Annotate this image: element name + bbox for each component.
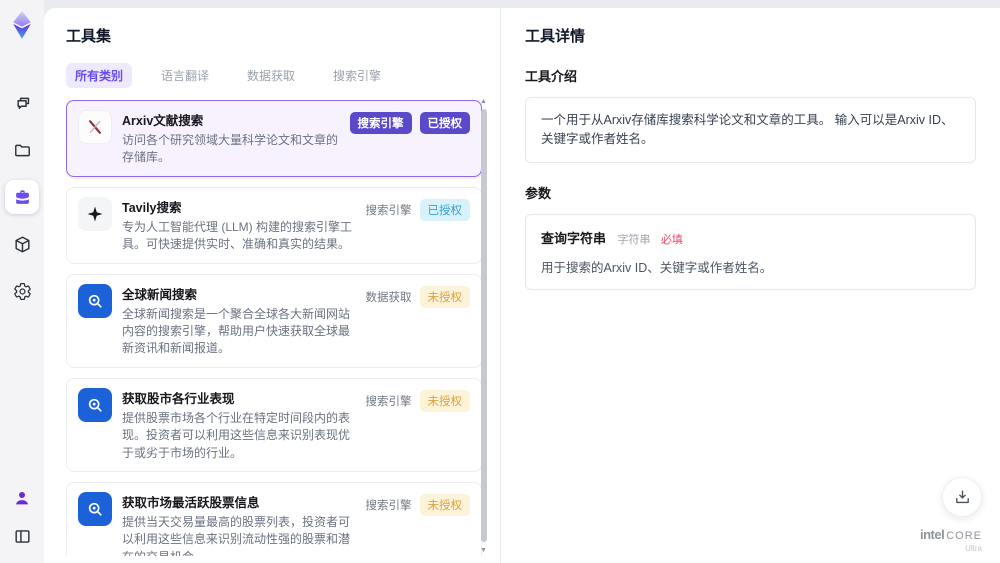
tool-description: 专为人工智能代理 (LLM) 构建的搜索引擎工具。可快速提供实时、准确和真实的结…: [122, 219, 353, 252]
params-heading: 参数: [525, 185, 552, 201]
category-tab[interactable]: 数据获取: [238, 63, 304, 88]
tool-category-badge: 搜索引擎: [349, 112, 412, 134]
sidebar-bottom: [7, 483, 37, 551]
main-content: 工具集 所有类别 语言翻译 数据获取 搜索引擎 Arxiv文献搜索 访问各个研究领域大…: [44, 8, 1000, 563]
category-tab[interactable]: 语言翻译: [152, 63, 218, 88]
tool-auth-badge: 已授权: [419, 112, 470, 134]
tool-description: 提供当天交易量最高的股票列表，投资者可以利用这些信息来识别流动性强的股票和潜在的…: [122, 514, 351, 556]
app-logo-icon: [8, 10, 36, 40]
settings-icon[interactable]: [5, 274, 39, 308]
parameter-item: 查询字符串 字符串 必填 用于搜索的Arxiv ID、关键字或作者姓名。: [541, 228, 960, 276]
intel-core-logo: intel CORE Ultra: [920, 527, 982, 553]
category-tabs: 所有类别 语言翻译 数据获取 搜索引擎: [66, 63, 500, 88]
toolbox-icon[interactable]: [5, 180, 39, 214]
news-search-icon: [78, 283, 112, 318]
list-scrollbar[interactable]: ▲ ▼: [479, 98, 488, 555]
download-icon: [955, 489, 969, 503]
brand-ultra: Ultra: [965, 544, 982, 553]
sidebar: [0, 0, 44, 563]
chat-icon[interactable]: [5, 86, 39, 120]
tool-auth-badge: 未授权: [419, 285, 470, 308]
user-icon[interactable]: [7, 483, 37, 513]
tool-category-badge: 搜索引擎: [365, 395, 412, 408]
news-search-icon: [78, 387, 112, 422]
category-tab[interactable]: 所有类别: [66, 63, 133, 88]
scroll-down-icon[interactable]: ▼: [479, 547, 488, 555]
tool-auth-badge: 已授权: [419, 198, 470, 221]
tool-card[interactable]: 获取市场最活跃股票信息 提供当天交易量最高的股票列表，投资者可以利用这些信息来识…: [66, 481, 482, 556]
tool-name: Tavily搜索: [122, 200, 182, 215]
tool-name: 获取市场最活跃股票信息: [122, 495, 260, 510]
tool-card[interactable]: Tavily搜索 专为人工智能代理 (LLM) 构建的搜索引擎工具。可快速提供实…: [66, 186, 482, 264]
tool-card[interactable]: 全球新闻搜索 全球新闻搜索是一个聚合全球各大新闻网站内容的搜索引擎，帮助用户快速…: [66, 273, 482, 368]
tool-category-badge: 数据获取: [365, 291, 412, 304]
tool-card[interactable]: 获取股市各行业表现 提供股票市场各个行业在特定时间段内的表现。投资者可以利用这些…: [66, 377, 482, 472]
folder-icon[interactable]: [5, 133, 39, 167]
tool-name: Arxiv文献搜索: [122, 114, 204, 128]
scroll-up-icon[interactable]: ▲: [479, 98, 488, 106]
tool-category-badge: 搜索引擎: [365, 204, 412, 217]
tool-name: 全球新闻搜索: [122, 287, 198, 302]
scrollbar-thumb[interactable]: [480, 109, 487, 542]
param-name: 查询字符串: [541, 230, 607, 246]
tool-list: Arxiv文献搜索 访问各个研究领域大量科学论文和文章的存储库。 搜索引擎 已授…: [66, 100, 482, 556]
intro-box: 一个用于从Arxiv存储库搜索科学论文和文章的工具。 输入可以是Arxiv ID…: [525, 97, 976, 163]
tool-card[interactable]: Arxiv文献搜索 访问各个研究领域大量科学论文和文章的存储库。 搜索引擎 已授…: [66, 100, 482, 177]
package-icon[interactable]: [5, 227, 39, 261]
download-button[interactable]: [942, 477, 982, 517]
sidebar-nav: [5, 86, 39, 308]
param-description: 用于搜索的Arxiv ID、关键字或作者姓名。: [541, 260, 773, 275]
params-box: 查询字符串 字符串 必填 用于搜索的Arxiv ID、关键字或作者姓名。: [525, 213, 976, 290]
tool-description: 全球新闻搜索是一个聚合全球各大新闻网站内容的搜索引擎，帮助用户快速获取全球最新资…: [122, 306, 351, 356]
param-type: 字符串: [617, 233, 651, 246]
intro-heading: 工具介绍: [525, 69, 578, 84]
brand-intel: intel: [919, 527, 945, 542]
news-search-icon: [78, 491, 112, 526]
tool-detail-panel: 工具详情 工具介绍 一个用于从Arxiv存储库搜索科学论文和文章的工具。 输入可…: [500, 8, 1000, 563]
category-tab[interactable]: 搜索引擎: [324, 63, 390, 88]
tool-auth-badge: 未授权: [419, 493, 470, 516]
brand-core: CORE: [946, 530, 982, 542]
tool-description: 访问各个研究领域大量科学论文和文章的存储库。: [122, 133, 339, 165]
intro-text: 一个用于从Arxiv存储库搜索科学论文和文章的工具。 输入可以是Arxiv ID…: [541, 113, 954, 146]
param-required-badge: 必填: [660, 233, 683, 246]
tool-category-badge: 搜索引擎: [365, 499, 412, 512]
tavily-icon: [78, 196, 112, 231]
panel-toggle-icon[interactable]: [7, 521, 37, 551]
page-title: 工具集: [66, 28, 112, 45]
tools-list-panel: 工具集 所有类别 语言翻译 数据获取 搜索引擎 Arxiv文献搜索 访问各个研究领域大…: [44, 8, 500, 563]
app-window: 工具集 所有类别 语言翻译 数据获取 搜索引擎 Arxiv文献搜索 访问各个研究领域大…: [0, 0, 1000, 563]
tool-name: 获取股市各行业表现: [122, 391, 235, 406]
tool-description: 提供股票市场各个行业在特定时间段内的表现。投资者可以利用这些信息来识别表现优于或…: [122, 410, 351, 460]
arxiv-icon: [78, 110, 112, 144]
tool-auth-badge: 未授权: [419, 389, 470, 412]
detail-title: 工具详情: [525, 28, 586, 45]
